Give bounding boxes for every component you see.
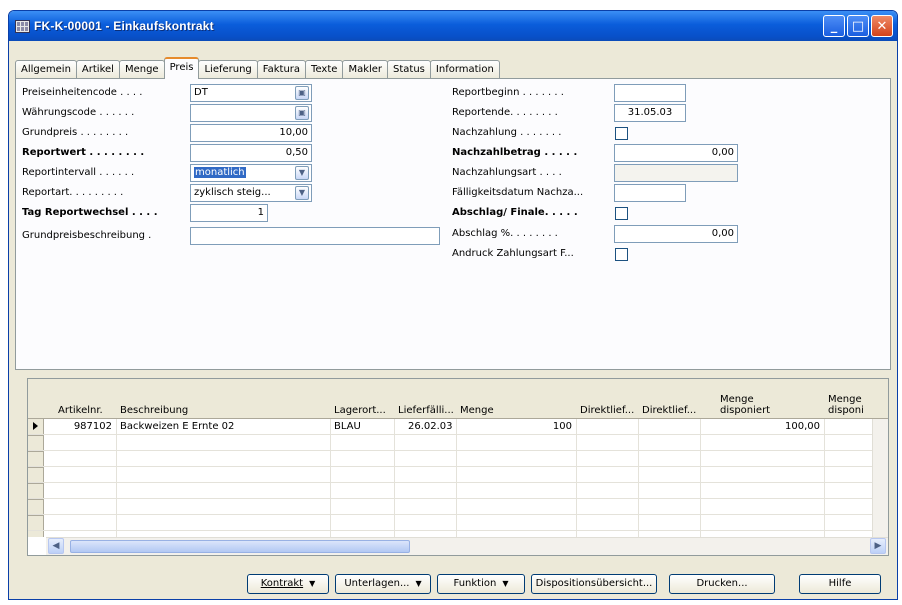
table-row[interactable] [28,499,888,515]
label-reportart: Reportart. . . . . . . . . [22,187,124,198]
contract-window: FK-K-00001 - Einkaufskontrakt _ □ ✕ Allg… [8,10,898,600]
kontrakt-button[interactable]: Kontrakt ▼ [247,574,329,594]
faelligkeitsdatum-field[interactable] [614,184,686,202]
cell-menge[interactable]: 100 [460,419,572,435]
grundpreisbeschreibung-field[interactable] [190,227,440,245]
dispositionsuebersicht-button[interactable]: Dispositionsübersicht... [531,574,657,594]
reportart-select[interactable]: zyklisch steig... ▼ [190,184,312,202]
chevron-down-icon[interactable]: ▼ [295,166,309,180]
table-row[interactable] [28,515,888,531]
col-menge-disponiert[interactable]: Menge disponiert [720,394,780,416]
tab-makler[interactable]: Makler [342,60,389,79]
tab-lieferung[interactable]: Lieferung [198,60,258,79]
cell-artikelnr[interactable]: 987102 [58,419,112,435]
label-reportende: Reportende. . . . . . . . [452,107,558,118]
hilfe-button[interactable]: Hilfe [799,574,881,594]
tab-texte[interactable]: Texte [305,60,344,79]
funktion-button[interactable]: Funktion ▼ [437,574,525,594]
label-preiseinheitencode: Preiseinheitencode . . . . [22,87,143,98]
tab-menge[interactable]: Menge [118,60,165,79]
label-reportintervall: Reportintervall . . . . . . [22,167,135,178]
vertical-scrollbar[interactable] [872,419,888,541]
unterlagen-button[interactable]: Unterlagen... ▼ [335,574,431,594]
chevron-down-icon: ▼ [415,579,422,588]
tab-artikel[interactable]: Artikel [75,60,120,79]
chevron-down-icon[interactable]: ▼ [295,186,309,200]
label-tag-reportwechsel: Tag Reportwechsel . . . . [22,207,158,218]
tab-information[interactable]: Information [429,60,500,79]
col-menge[interactable]: Menge [460,405,494,416]
table-row[interactable]: 987102 Backweizen E Ernte 02 BLAU 26.02.… [28,419,888,435]
scroll-thumb[interactable] [70,540,410,553]
maximize-button[interactable]: □ [847,15,869,37]
title-bar[interactable]: FK-K-00001 - Einkaufskontrakt _ □ ✕ [9,11,897,41]
reportende-field[interactable]: 31.05.03 [614,104,686,122]
scroll-left-icon[interactable]: ◀ [48,538,64,554]
col-lieferfaellig[interactable]: Lieferfälli... [398,405,454,416]
contract-lines-grid[interactable]: Artikelnr. Beschreibung Lagerort... Lief… [27,378,889,556]
reportintervall-select[interactable]: monatlich ▼ [190,164,312,182]
horizontal-scrollbar[interactable]: ◀ ▶ [46,537,888,555]
window-title: FK-K-00001 - Einkaufskontrakt [34,19,214,33]
label-nachzahlung: Nachzahlung . . . . . . . [452,127,562,138]
abschlag-finale-checkbox[interactable] [615,207,628,220]
cell-lagerort[interactable]: BLAU [334,419,361,435]
col-artikelnr[interactable]: Artikelnr. [58,405,103,416]
table-row[interactable] [28,435,888,451]
label-abschlag-finale: Abschlag/ Finale. . . . . [452,207,578,218]
lookup-icon[interactable]: ▣ [295,106,309,120]
tab-faktura[interactable]: Faktura [256,60,307,79]
minimize-button[interactable]: _ [823,15,845,37]
nachzahlbetrag-field[interactable]: 0,00 [614,144,738,162]
nachzahlung-checkbox[interactable] [615,127,628,140]
abschlag-prozent-field[interactable]: 0,00 [614,225,738,243]
waehrungscode-field[interactable]: ▣ [190,104,312,122]
grundpreis-field[interactable]: 10,00 [190,124,312,142]
drucken-button[interactable]: Drucken... [669,574,775,594]
label-nachzahlungsart: Nachzahlungsart . . . . [452,167,562,178]
label-nachzahlbetrag: Nachzahlbetrag . . . . . [452,147,578,158]
label-grundpreisbeschreibung: Grundpreisbeschreibung . [22,230,152,241]
col-direktlief-1[interactable]: Direktlief... [580,405,634,416]
label-reportbeginn: Reportbeginn . . . . . . . [452,87,564,98]
reportbeginn-field[interactable] [614,84,686,102]
label-andruck-zahlungsart: Andruck Zahlungsart F... [452,248,574,259]
cell-lieferfaellig[interactable]: 26.02.03 [408,419,453,435]
tab-strip: Allgemein Artikel Menge Preis Lieferung … [15,57,500,79]
app-icon [15,19,30,33]
tab-preis[interactable]: Preis [163,57,200,79]
reportwert-field[interactable]: 0,50 [190,144,312,162]
grid-header: Artikelnr. Beschreibung Lagerort... Lief… [28,379,888,419]
chevron-down-icon: ▼ [502,579,509,588]
scroll-right-icon[interactable]: ▶ [870,538,886,554]
tab-status[interactable]: Status [387,60,431,79]
col-menge-disponi[interactable]: Menge disponi [828,394,878,416]
button-bar: Kontrakt ▼ Unterlagen... ▼ Funktion ▼ Dispo… [9,574,897,596]
label-waehrungscode: Währungscode . . . . . . [22,107,135,118]
chevron-down-icon: ▼ [309,579,316,588]
label-grundpreis: Grundpreis . . . . . . . . [22,127,129,138]
col-beschreibung[interactable]: Beschreibung [120,405,188,416]
table-row[interactable] [28,483,888,499]
label-reportwert: Reportwert . . . . . . . . [22,147,145,158]
andruck-zahlungsart-checkbox[interactable] [615,248,628,261]
nachzahlungsart-field[interactable] [614,164,738,182]
tag-reportwechsel-field[interactable]: 1 [190,204,268,222]
label-abschlag-prozent: Abschlag %. . . . . . . . [452,228,558,239]
tab-allgemein[interactable]: Allgemein [15,60,77,79]
cell-menge-disponiert[interactable]: 100,00 [704,419,820,435]
cell-beschreibung[interactable]: Backweizen E Ernte 02 [120,419,234,435]
close-button[interactable]: ✕ [871,15,893,37]
table-row[interactable] [28,451,888,467]
label-faelligkeitsdatum: Fälligkeitsdatum Nachza... [452,187,584,198]
col-direktlief-2[interactable]: Direktlief... [642,405,696,416]
lookup-icon[interactable]: ▣ [295,86,309,100]
col-lagerort[interactable]: Lagerort... [334,405,386,416]
table-row[interactable] [28,467,888,483]
preiseinheitencode-field[interactable]: DT ▣ [190,84,312,102]
price-panel: Preiseinheitencode . . . . DT ▣ Währungsc… [15,78,891,370]
